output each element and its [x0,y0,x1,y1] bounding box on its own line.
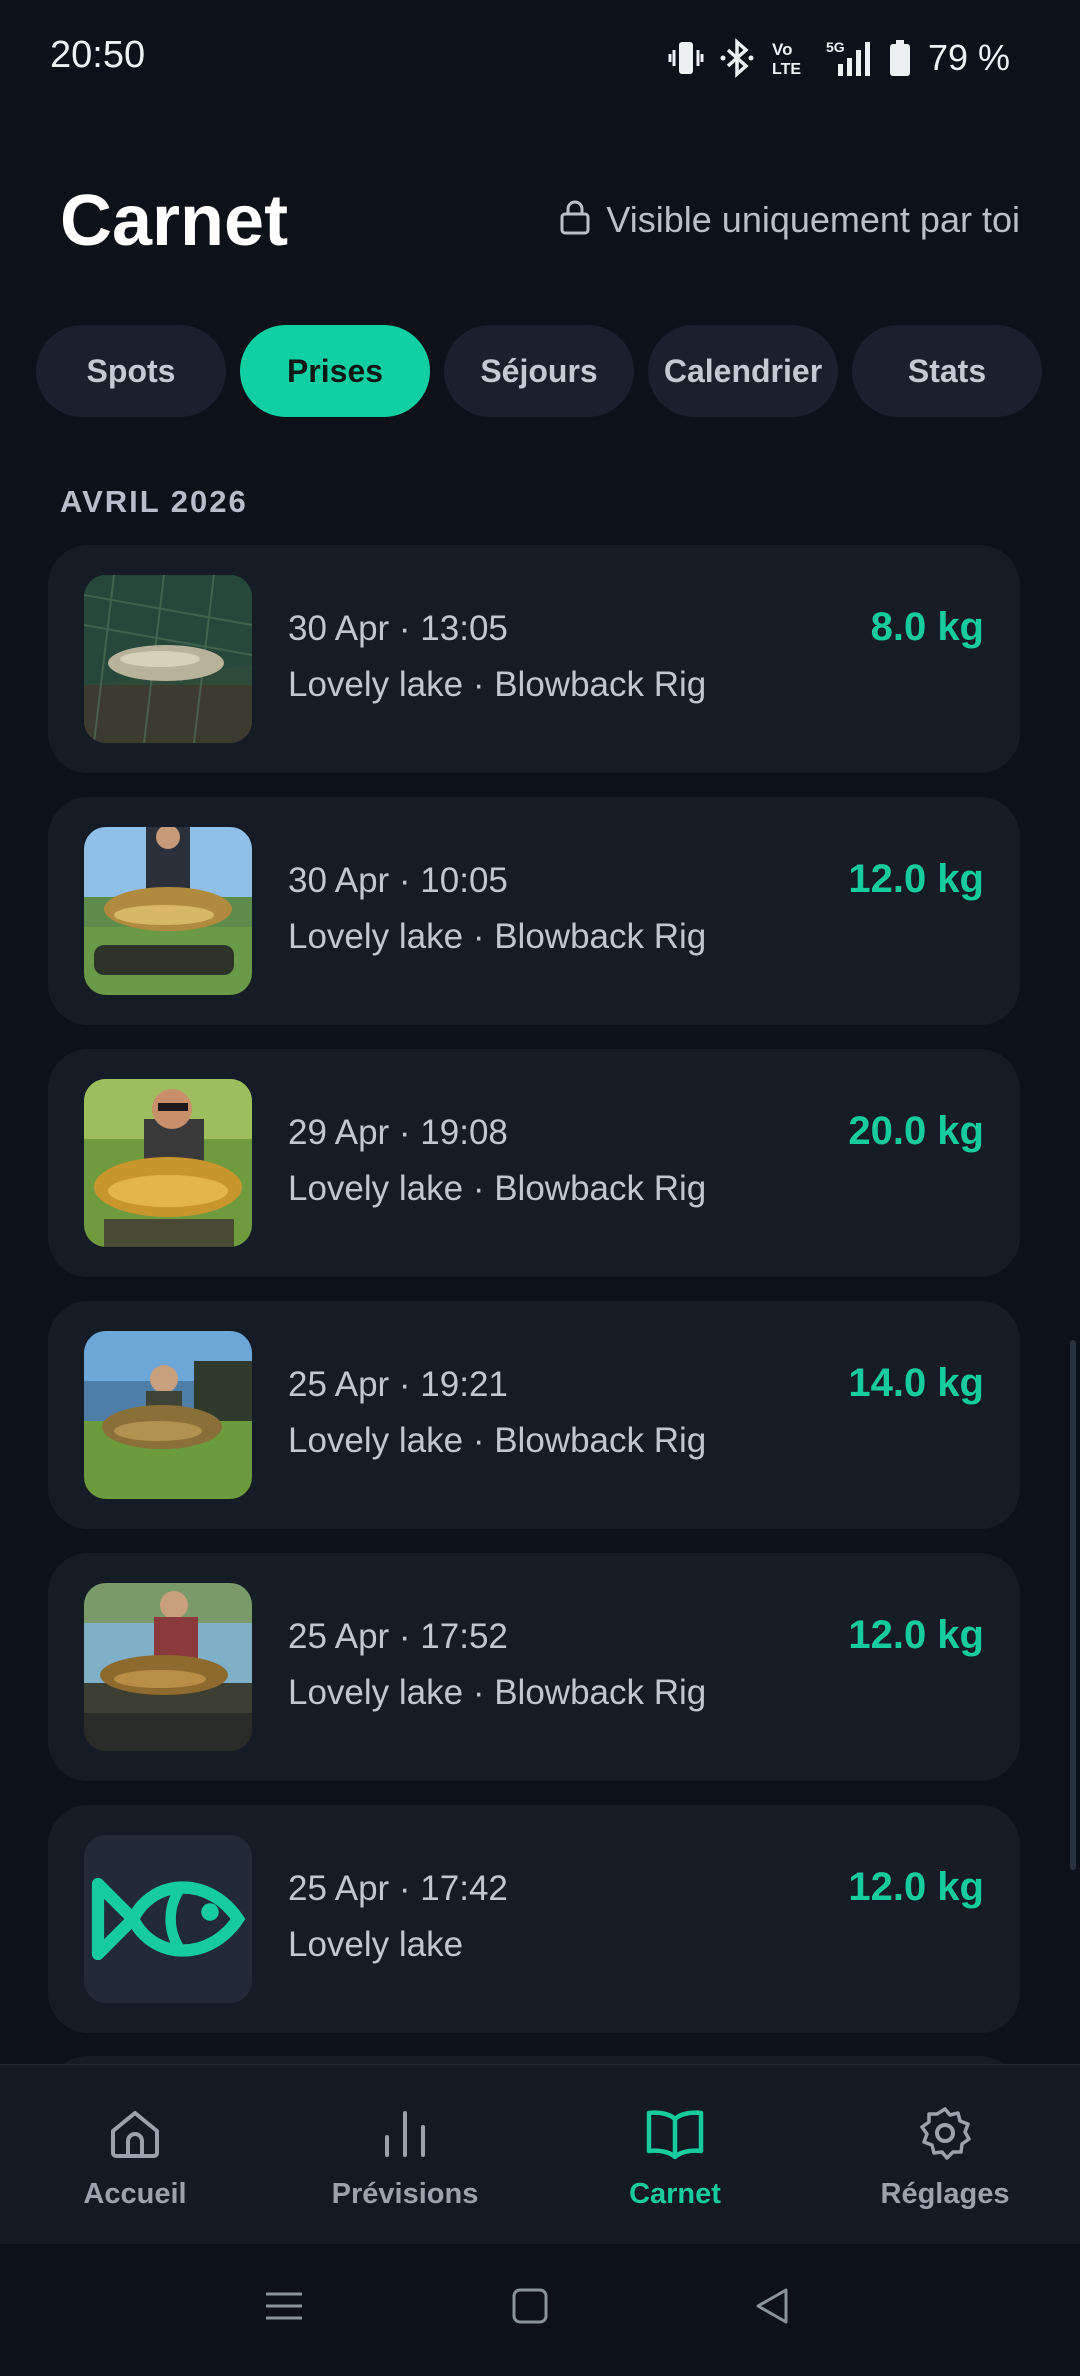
recent-apps-button[interactable] [262,2284,306,2333]
catch-card[interactable]: 25 Apr · 17:52 Lovely lake · Blowback Ri… [48,1553,1020,1781]
vibrate-icon [666,38,706,78]
catch-weight: 14.0 kg [848,1361,984,1405]
catch-photo-placeholder [84,1835,252,2003]
bottom-nav: Accueil Prévisions Carnet Réglages [0,2064,1080,2244]
tab-spots[interactable]: Spots [36,325,226,417]
status-icons: Vo LTE 5G 79 % [666,34,1010,82]
catch-photo [84,1079,252,1247]
fish-icon [84,1835,252,2003]
nav-reglages[interactable]: Réglages [810,2065,1080,2244]
privacy-text: Visible uniquement par toi [606,198,1020,240]
catch-date: 25 Apr · 19:21 [288,1365,508,1404]
svg-text:LTE: LTE [772,61,801,78]
catch-meta: Lovely lake · Blowback Rig [288,917,707,956]
catch-date: 30 Apr · 13:05 [288,609,508,648]
catch-meta: Lovely lake · Blowback Rig [288,665,707,704]
page-title: Carnet [60,181,289,261]
nav-accueil[interactable]: Accueil [0,2065,270,2244]
catch-photo [84,1331,252,1499]
nav-carnet[interactable]: Carnet [540,2065,810,2244]
nav-label: Prévisions [331,2178,479,2210]
nav-previsions[interactable]: Prévisions [270,2065,540,2244]
catch-meta: Lovely lake · Blowback Rig [288,1169,707,1208]
catch-meta: Lovely lake · Blowback Rig [288,1421,707,1460]
catch-date: 30 Apr · 10:05 [288,861,508,900]
tab-prises[interactable]: Prises [240,325,430,417]
bluetooth-icon [720,38,756,78]
catch-photo [84,1583,252,1751]
catch-card[interactable]: 25 Apr · 19:21 Lovely lake · Blowback Ri… [48,1301,1020,1529]
tab-stats[interactable]: Stats [852,325,1042,417]
tab-calendrier[interactable]: Calendrier [648,325,838,417]
catch-card[interactable]: 25 Apr · 17:42 Lovely lake 12.0 kg [48,1805,1020,2033]
catch-meta: Lovely lake [288,1925,464,1964]
catch-weight: 12.0 kg [848,857,984,901]
catch-weight: 12.0 kg [848,1865,984,1909]
nav-label: Accueil [83,2178,187,2210]
catch-date: 25 Apr · 17:42 [288,1869,508,1908]
status-bar: 20:50 Vo LTE 5G 79 % [0,0,1080,120]
catch-card[interactable]: 30 Apr · 13:05 Lovely lake · Blowback Ri… [48,545,1020,773]
catch-card[interactable]: 30 Apr · 10:05 Lovely lake · Blowback Ri… [48,797,1020,1025]
catch-weight: 12.0 kg [848,1613,984,1657]
system-navigation-bar [0,2244,1080,2376]
catch-weight: 8.0 kg [870,605,984,649]
home-button[interactable] [508,2284,552,2333]
catch-photo [84,827,252,995]
5g-signal-icon: 5G [824,38,874,78]
screen: 20:50 Vo LTE 5G 79 % Carnet Visible uniq… [0,0,1080,2376]
tab-bar: Spots Prises Séjours Calendrier Stats [36,325,1042,417]
svg-text:5G: 5G [826,39,845,55]
header: Carnet Visible uniquement par toi [0,170,1080,290]
battery-percentage: 79 % [927,37,1010,78]
volte-icon: Vo LTE [770,38,810,78]
back-button[interactable] [750,2284,794,2333]
scrollbar[interactable] [1070,1340,1076,1870]
section-month-label: AVRIL 2026 [60,484,248,519]
battery-icon [888,38,912,78]
catch-meta: Lovely lake · Blowback Rig [288,1673,707,1712]
nav-label: Réglages [880,2178,1010,2210]
privacy-indicator: Visible uniquement par toi [558,198,1020,241]
catch-date: 25 Apr · 17:52 [288,1617,508,1656]
tab-sejours[interactable]: Séjours [444,325,634,417]
catch-photo [84,575,252,743]
gear-icon [917,2105,973,2166]
lock-icon [558,198,592,241]
svg-text:Vo: Vo [772,40,792,59]
book-icon [645,2105,705,2166]
status-time: 20:50 [50,34,146,76]
catch-card[interactable]: 29 Apr · 19:08 Lovely lake · Blowback Ri… [48,1049,1020,1277]
home-icon [107,2105,163,2166]
bar-chart-icon [377,2105,433,2166]
catch-date: 29 Apr · 19:08 [288,1113,508,1152]
nav-label: Carnet [629,2178,721,2210]
catch-weight: 20.0 kg [848,1109,984,1153]
